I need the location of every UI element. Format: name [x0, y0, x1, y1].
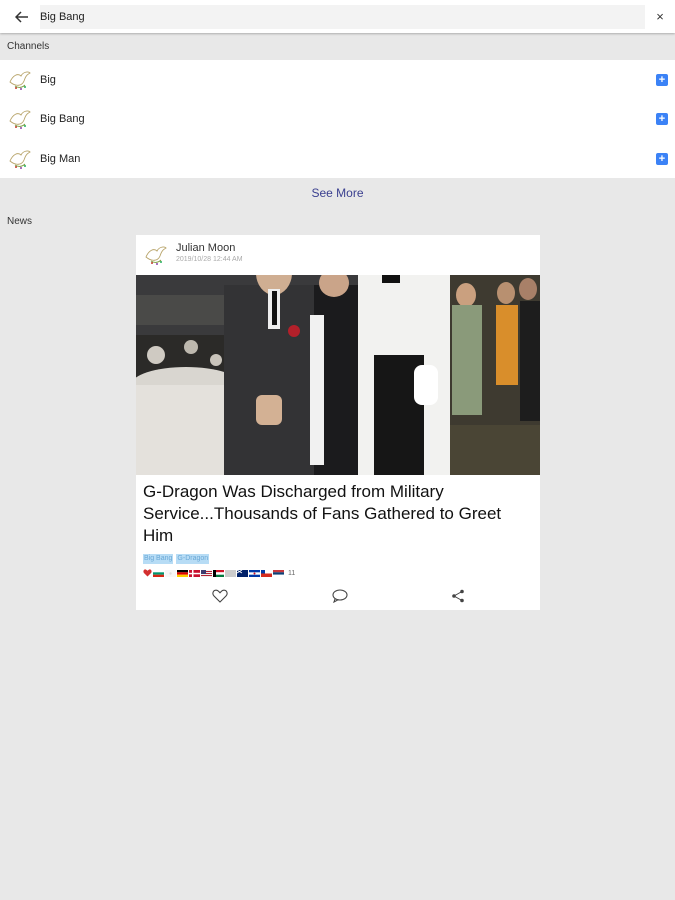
channel-name: Big: [40, 73, 56, 86]
flag-icon: [249, 569, 260, 577]
clear-search-button[interactable]: ×: [645, 0, 675, 33]
comment-icon: [332, 589, 348, 603]
flag-icon: [201, 569, 212, 577]
dove-logo-icon: [143, 242, 169, 268]
add-channel-button[interactable]: +: [656, 73, 668, 86]
heart-icon: [212, 589, 228, 603]
news-headline[interactable]: G-Dragon Was Discharged from Military Se…: [143, 481, 535, 547]
flag-icon: [153, 569, 164, 577]
flag-icon: [177, 569, 188, 577]
author-name[interactable]: Julian Moon: [176, 242, 235, 254]
flag-icon: [165, 569, 176, 577]
post-timestamp: 2019/10/28 12:44 AM: [176, 256, 243, 263]
channel-name: Big Man: [40, 152, 81, 165]
channel-row[interactable]: Big Bang +: [0, 100, 675, 140]
share-button[interactable]: [448, 586, 468, 606]
card-actions: [136, 586, 540, 606]
add-channel-button[interactable]: +: [656, 113, 668, 126]
flag-icon: [237, 569, 248, 577]
tag-chip[interactable]: G-Dragon: [176, 554, 210, 564]
reaction-count: 11: [288, 569, 296, 577]
news-card[interactable]: Julian Moon 2019/10/28 12:44 AM G-Dragon…: [136, 235, 540, 610]
channel-row[interactable]: Big Man +: [0, 139, 675, 179]
channel-row[interactable]: Big +: [0, 60, 675, 100]
reaction-summary[interactable]: 11: [143, 568, 295, 578]
channels-heading: Channels: [7, 41, 50, 52]
search-input[interactable]: [40, 4, 645, 29]
news-heading: News: [7, 216, 33, 227]
news-photo[interactable]: [136, 275, 540, 475]
channel-list: Big + Big Bang + Big Man +: [0, 60, 675, 178]
add-icon: +: [658, 113, 666, 126]
flag-icon: [189, 569, 200, 577]
search-bar: ×: [0, 0, 675, 33]
add-icon: +: [658, 152, 666, 165]
flag-icon: [273, 569, 284, 577]
close-icon: ×: [656, 9, 664, 24]
flag-icon: [225, 569, 236, 577]
dove-logo-icon: [7, 106, 33, 132]
dove-logo-icon: [7, 67, 33, 93]
heart-icon: [143, 569, 152, 577]
back-button[interactable]: [0, 0, 44, 33]
like-button[interactable]: [210, 586, 230, 606]
comment-button[interactable]: [330, 586, 350, 606]
add-channel-button[interactable]: +: [656, 152, 668, 165]
flag-icon: [261, 569, 272, 577]
see-more-link[interactable]: See More: [0, 186, 675, 200]
tag-list: Big Bang G-Dragon: [143, 554, 210, 564]
add-icon: +: [658, 73, 666, 86]
share-icon: [452, 589, 464, 603]
card-header: Julian Moon 2019/10/28 12:44 AM: [136, 235, 540, 275]
flag-icon: [213, 569, 224, 577]
tag-chip[interactable]: Big Bang: [143, 554, 174, 564]
dove-logo-icon: [7, 146, 33, 172]
back-arrow-icon: [15, 10, 28, 23]
channel-name: Big Bang: [40, 113, 85, 126]
